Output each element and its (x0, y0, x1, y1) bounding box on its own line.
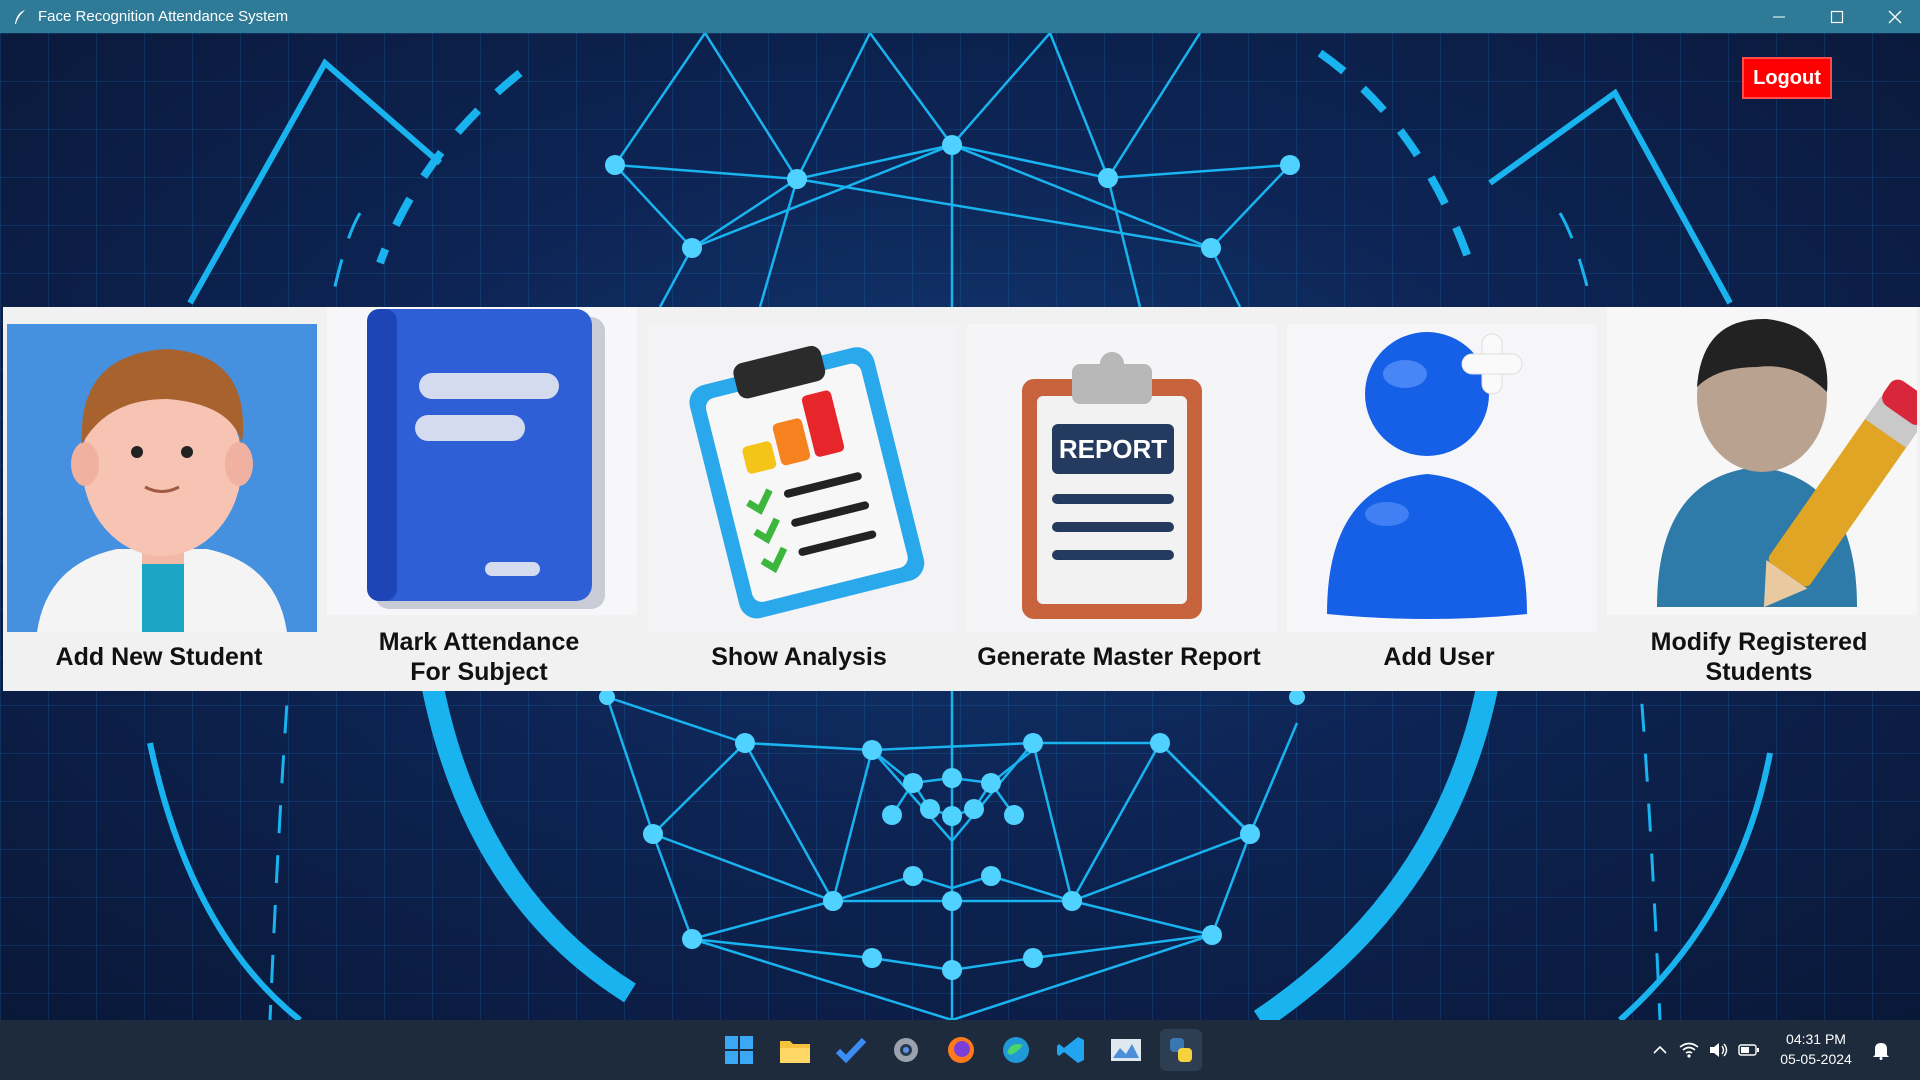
photos-icon (1111, 1039, 1141, 1061)
student-avatar-icon (7, 324, 317, 632)
menu-tiles-strip: Add New Student Mark Attendance For Subj… (3, 307, 1920, 691)
taskbar-clock[interactable]: 04:31 PM 05-05-2024 (1778, 1029, 1854, 1069)
notification-bell-icon (1873, 1043, 1889, 1060)
taskbar-edge[interactable] (995, 1029, 1037, 1071)
firefox-icon (948, 1037, 974, 1063)
mark-attendance-tile[interactable]: Mark Attendance For Subject (323, 307, 637, 691)
minimize-icon (1773, 16, 1785, 17)
tile-label-line2: Students (1705, 658, 1813, 686)
file-explorer-icon (780, 1041, 810, 1063)
wifi-icon (1679, 1042, 1699, 1058)
tile-label-line1: Add User (1383, 643, 1495, 671)
edit-user-icon (1607, 307, 1917, 615)
report-badge-text: REPORT (1059, 434, 1167, 464)
edge-icon (1003, 1037, 1029, 1063)
tile-label-line1: Mark Attendance (378, 628, 580, 656)
book-icon (327, 307, 637, 615)
modify-registered-students-tile[interactable]: Modify Registered Students (1603, 307, 1917, 691)
close-button[interactable] (1866, 0, 1920, 33)
add-new-student-tile[interactable]: Add New Student (3, 307, 317, 691)
taskbar-photos[interactable] (1105, 1029, 1147, 1071)
main-window-content: Logout Add New Student Mark Attendance F… (0, 33, 1920, 1020)
battery-button[interactable] (1734, 1043, 1764, 1057)
tile-label-line1: Modify Registered (1650, 628, 1868, 656)
tile-label-line1: Show Analysis (711, 643, 887, 671)
taskbar-python[interactable] (1160, 1029, 1202, 1071)
window-titlebar: Face Recognition Attendance System (0, 0, 1920, 33)
taskbar-start[interactable] (718, 1029, 760, 1071)
clock-time: 04:31 PM (1786, 1031, 1846, 1047)
taskbar-vscode[interactable] (1050, 1029, 1092, 1071)
report-clipboard-icon: REPORT (967, 324, 1277, 632)
taskbar-todo[interactable] (830, 1029, 872, 1071)
logout-button[interactable]: Logout (1742, 57, 1832, 99)
volume-button[interactable] (1704, 1042, 1734, 1058)
taskbar-settings[interactable] (885, 1029, 927, 1071)
tile-label-line1: Generate Master Report (977, 643, 1261, 671)
tray-overflow-button[interactable] (1646, 1045, 1674, 1055)
show-analysis-tile[interactable]: Show Analysis (643, 307, 957, 691)
todo-icon (835, 1037, 867, 1064)
window-title: Face Recognition Attendance System (38, 8, 289, 25)
clock-date: 05-05-2024 (1780, 1051, 1852, 1067)
close-icon (1888, 10, 1902, 23)
python-icon (1170, 1038, 1192, 1062)
windows-start-icon (725, 1036, 753, 1064)
clipboard-chart-icon (647, 324, 957, 632)
settings-icon (894, 1038, 918, 1062)
maximize-icon (1830, 10, 1844, 23)
vscode-icon (1057, 1037, 1084, 1063)
taskbar-file-explorer[interactable] (774, 1029, 816, 1071)
battery-icon (1738, 1044, 1759, 1056)
tile-label-line1: Add New Student (55, 643, 263, 671)
minimize-button[interactable] (1750, 0, 1808, 33)
system-tray (1646, 1020, 1764, 1080)
generate-master-report-tile[interactable]: REPORT Generate Master Report (963, 307, 1277, 691)
wifi-button[interactable] (1674, 1042, 1704, 1058)
chevron-up-icon (1653, 1045, 1667, 1054)
notification-button[interactable] (1872, 1020, 1890, 1080)
feather-icon (15, 9, 25, 24)
taskbar-firefox[interactable] (940, 1029, 982, 1071)
volume-icon (1710, 1043, 1728, 1057)
maximize-button[interactable] (1808, 0, 1866, 33)
add-user-tile[interactable]: Add User (1283, 307, 1597, 691)
add-user-icon (1287, 324, 1597, 632)
taskbar: 04:31 PM 05-05-2024 (0, 1020, 1920, 1080)
tile-label-line2: For Subject (410, 658, 548, 686)
